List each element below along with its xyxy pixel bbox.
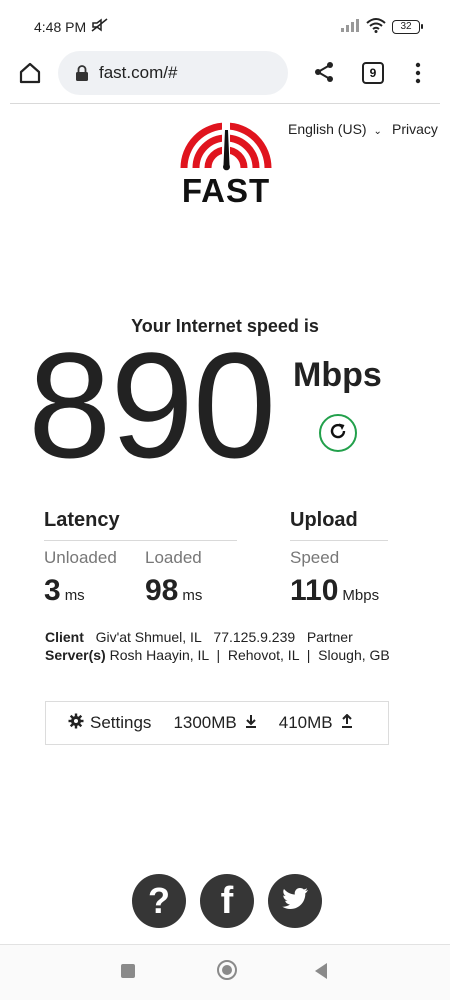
- settings-button[interactable]: Settings: [68, 713, 151, 734]
- tabs-icon[interactable]: 9: [362, 62, 384, 84]
- browser-toolbar: fast.com/# 9: [0, 48, 450, 100]
- connection-info: Client Giv'at Shmuel, IL 77.125.9.239 Pa…: [45, 628, 405, 664]
- privacy-link[interactable]: Privacy: [392, 121, 438, 137]
- home-nav-icon[interactable]: [217, 960, 237, 980]
- unloaded-value: 3: [44, 574, 61, 607]
- client-location: Giv'at Shmuel, IL: [95, 629, 202, 645]
- speed-unit: Mbps: [293, 356, 382, 394]
- settings-bar: Settings 1300MB 410MB: [45, 701, 389, 745]
- loaded-unit: ms: [182, 587, 203, 604]
- upload-speed-unit: Mbps: [342, 587, 380, 604]
- client-ip: 77.125.9.239: [213, 629, 296, 645]
- client-isp: Partner: [306, 629, 353, 645]
- client-line: Client Giv'at Shmuel, IL 77.125.9.239 Pa…: [45, 628, 405, 646]
- server-label: Server(s): [45, 647, 106, 663]
- system-nav-bar: [0, 945, 450, 1000]
- latency-title: Latency: [44, 509, 120, 531]
- loaded-latency: 98 ms: [145, 574, 202, 608]
- server-list: Rosh Haayin, IL | Rehovot, IL | Slough, …: [109, 647, 390, 663]
- wifi-icon: [366, 17, 386, 36]
- unloaded-unit: ms: [64, 587, 85, 604]
- status-bar: 4:48 PM 32: [0, 0, 450, 46]
- help-button[interactable]: ?: [132, 874, 186, 928]
- unloaded-label: Unloaded: [44, 548, 117, 567]
- battery-icon: 32: [392, 19, 423, 34]
- language-label: English (US): [288, 121, 367, 137]
- facebook-icon: f: [220, 880, 234, 922]
- settings-label: Settings: [90, 713, 152, 732]
- refresh-button[interactable]: [319, 414, 357, 452]
- facebook-button[interactable]: f: [200, 874, 254, 928]
- client-label: Client: [45, 629, 84, 645]
- question-icon: ?: [148, 880, 170, 921]
- status-time: 4:48 PM: [34, 19, 87, 35]
- upload-speed: 110 Mbps: [290, 574, 379, 608]
- lock-icon: [75, 65, 89, 81]
- twitter-icon: [281, 887, 309, 916]
- download-icon: [237, 713, 257, 733]
- upload-speed-label: Speed: [290, 548, 340, 567]
- latency-divider: [44, 540, 237, 541]
- share-icon[interactable]: [313, 61, 335, 83]
- more-icon[interactable]: [412, 61, 424, 85]
- language-select[interactable]: English (US) ⌄: [288, 121, 382, 137]
- upload-size: 410MB: [279, 713, 353, 733]
- gear-icon: [68, 713, 90, 734]
- refresh-icon: [328, 421, 348, 446]
- loaded-label: Loaded: [145, 548, 202, 567]
- mute-icon: [90, 17, 110, 36]
- back-icon[interactable]: [315, 963, 327, 979]
- url-text: fast.com/#: [99, 63, 178, 82]
- server-line: Server(s) Rosh Haayin, IL | Rehovot, IL …: [45, 646, 405, 664]
- download-size-value: 1300MB: [173, 713, 237, 732]
- signal-icon: [340, 18, 360, 35]
- toolbar-divider: [10, 103, 440, 104]
- fast-logo: FAST: [178, 118, 274, 209]
- logo-text: FAST: [182, 172, 270, 208]
- address-bar[interactable]: fast.com/#: [58, 51, 288, 95]
- status-icons: 32: [340, 17, 423, 36]
- upload-title: Upload: [290, 509, 358, 531]
- download-size: 1300MB: [173, 713, 256, 733]
- speed-value: 890: [28, 321, 276, 489]
- twitter-button[interactable]: [268, 874, 322, 928]
- upload-icon: [333, 713, 353, 733]
- loaded-value: 98: [145, 574, 179, 607]
- upload-speed-value: 110: [290, 574, 339, 607]
- unloaded-latency: 3 ms: [44, 574, 85, 608]
- chevron-down-icon: ⌄: [373, 126, 382, 137]
- recents-icon[interactable]: [121, 964, 135, 978]
- home-icon[interactable]: [18, 61, 42, 85]
- upload-divider: [290, 540, 388, 541]
- upload-size-value: 410MB: [278, 713, 333, 732]
